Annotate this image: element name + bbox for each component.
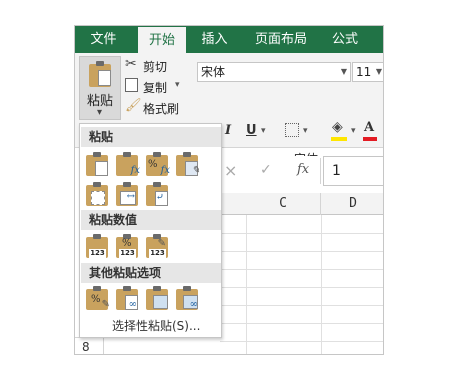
- fill-dropdown-arrow[interactable]: ▾: [351, 126, 356, 136]
- keep-column-widths-icon[interactable]: ↔: [116, 182, 138, 206]
- paste-icon: [89, 61, 111, 87]
- grid-line: [246, 215, 247, 354]
- cut-label: 剪切: [143, 60, 168, 74]
- formula-input[interactable]: 1: [323, 156, 383, 186]
- copy-button[interactable]: 复制 ▾: [123, 77, 185, 95]
- font-color-button[interactable]: A: [364, 120, 374, 135]
- format-painter-label: 格式刷: [143, 102, 180, 116]
- cut-button[interactable]: ✂ 剪切: [123, 56, 183, 74]
- paste-formulas-number-format-icon[interactable]: % fx: [146, 152, 170, 176]
- tab-formulas[interactable]: 公式: [325, 26, 365, 53]
- copy-label: 复制: [143, 81, 168, 95]
- chevron-down-icon[interactable]: ▼: [341, 63, 347, 81]
- column-header-d[interactable]: D: [321, 193, 383, 215]
- border-dropdown-arrow[interactable]: ▾: [303, 126, 308, 136]
- ribbon-tab-bar: 文件 开始 插入 页面布局 公式: [75, 26, 383, 53]
- border-icon[interactable]: [285, 123, 299, 137]
- paste-picture-icon[interactable]: [146, 286, 168, 310]
- tab-insert[interactable]: 插入: [192, 26, 237, 53]
- row-header-8[interactable]: 8: [75, 337, 104, 354]
- no-borders-icon[interactable]: [86, 182, 108, 206]
- font-name-value: 宋体: [201, 65, 226, 79]
- grid-line: [220, 305, 383, 306]
- font-size-combo[interactable]: 11 ▼: [352, 62, 383, 82]
- grid-line: [321, 215, 322, 354]
- column-header-c[interactable]: C: [246, 193, 321, 215]
- paste-special-menu-item[interactable]: 选择性粘贴(S)...: [112, 317, 200, 334]
- format-painter-button[interactable]: 🖌 格式刷: [123, 98, 185, 116]
- fill-color-swatch: [331, 137, 347, 141]
- section-other-paste-header: 其他粘贴选项: [81, 263, 221, 283]
- tab-home[interactable]: 开始: [138, 27, 186, 53]
- underline-dropdown-arrow[interactable]: ▾: [261, 126, 266, 136]
- tab-file[interactable]: 文件: [78, 26, 129, 53]
- section-paste-header: 粘贴: [81, 127, 221, 147]
- italic-button[interactable]: I: [225, 123, 231, 138]
- grid-line: [220, 287, 383, 288]
- underline-button[interactable]: U: [246, 123, 257, 138]
- paste-options-menu: 粘贴 fx % fx ✎ ↔ ⤶ 粘贴数值 123 % 123 ✎ 123 其他粘贴选…: [79, 123, 222, 338]
- paste-dropdown-arrow[interactable]: ▾: [97, 107, 102, 118]
- transpose-icon[interactable]: ⤶: [146, 182, 168, 206]
- font-name-combo[interactable]: 宋体 ▼: [197, 62, 351, 82]
- copy-icon: [125, 78, 138, 92]
- grid-line: [220, 341, 383, 342]
- fill-color-icon[interactable]: ◈: [332, 119, 343, 135]
- paste-values-source-formatting-icon[interactable]: ✎ 123: [146, 234, 168, 258]
- cancel-icon[interactable]: ×: [224, 161, 237, 180]
- paste-formatting-icon[interactable]: % ✎: [86, 286, 110, 310]
- grid-line: [220, 233, 383, 234]
- keep-source-formatting-icon[interactable]: ✎: [176, 152, 200, 176]
- enter-icon[interactable]: ✓: [260, 162, 272, 178]
- font-size-value: 11: [356, 65, 372, 79]
- paste-values-icon[interactable]: 123: [86, 234, 108, 258]
- paste-formulas-icon[interactable]: fx: [116, 152, 140, 176]
- chevron-down-icon[interactable]: ▼: [376, 63, 382, 81]
- font-color-swatch: [363, 137, 377, 141]
- copy-dropdown-arrow[interactable]: ▾: [175, 80, 180, 90]
- format-painter-icon: 🖌: [125, 98, 142, 113]
- grid-line: [220, 269, 383, 270]
- scissors-icon: ✂: [125, 56, 137, 72]
- paste-values-number-format-icon[interactable]: % 123: [116, 234, 138, 258]
- excel-window: 文件 开始 插入 页面布局 公式 粘贴 ▾ ✂ 剪切 复制 ▾ 🖌 格式刷 宋体…: [74, 25, 384, 355]
- tab-page-layout[interactable]: 页面布局: [242, 26, 320, 53]
- paste-button[interactable]: 粘贴 ▾: [79, 56, 121, 120]
- formula-bar: × ✓ fx 1: [220, 156, 383, 186]
- grid-line: [220, 251, 383, 252]
- insert-function-button[interactable]: fx: [297, 162, 309, 177]
- section-paste-values-header: 粘贴数值: [81, 210, 221, 230]
- linked-picture-icon[interactable]: ∞: [176, 286, 198, 310]
- paste-icon[interactable]: [86, 152, 108, 176]
- paste-link-icon[interactable]: ∞: [116, 286, 138, 310]
- grid-line: [220, 323, 383, 324]
